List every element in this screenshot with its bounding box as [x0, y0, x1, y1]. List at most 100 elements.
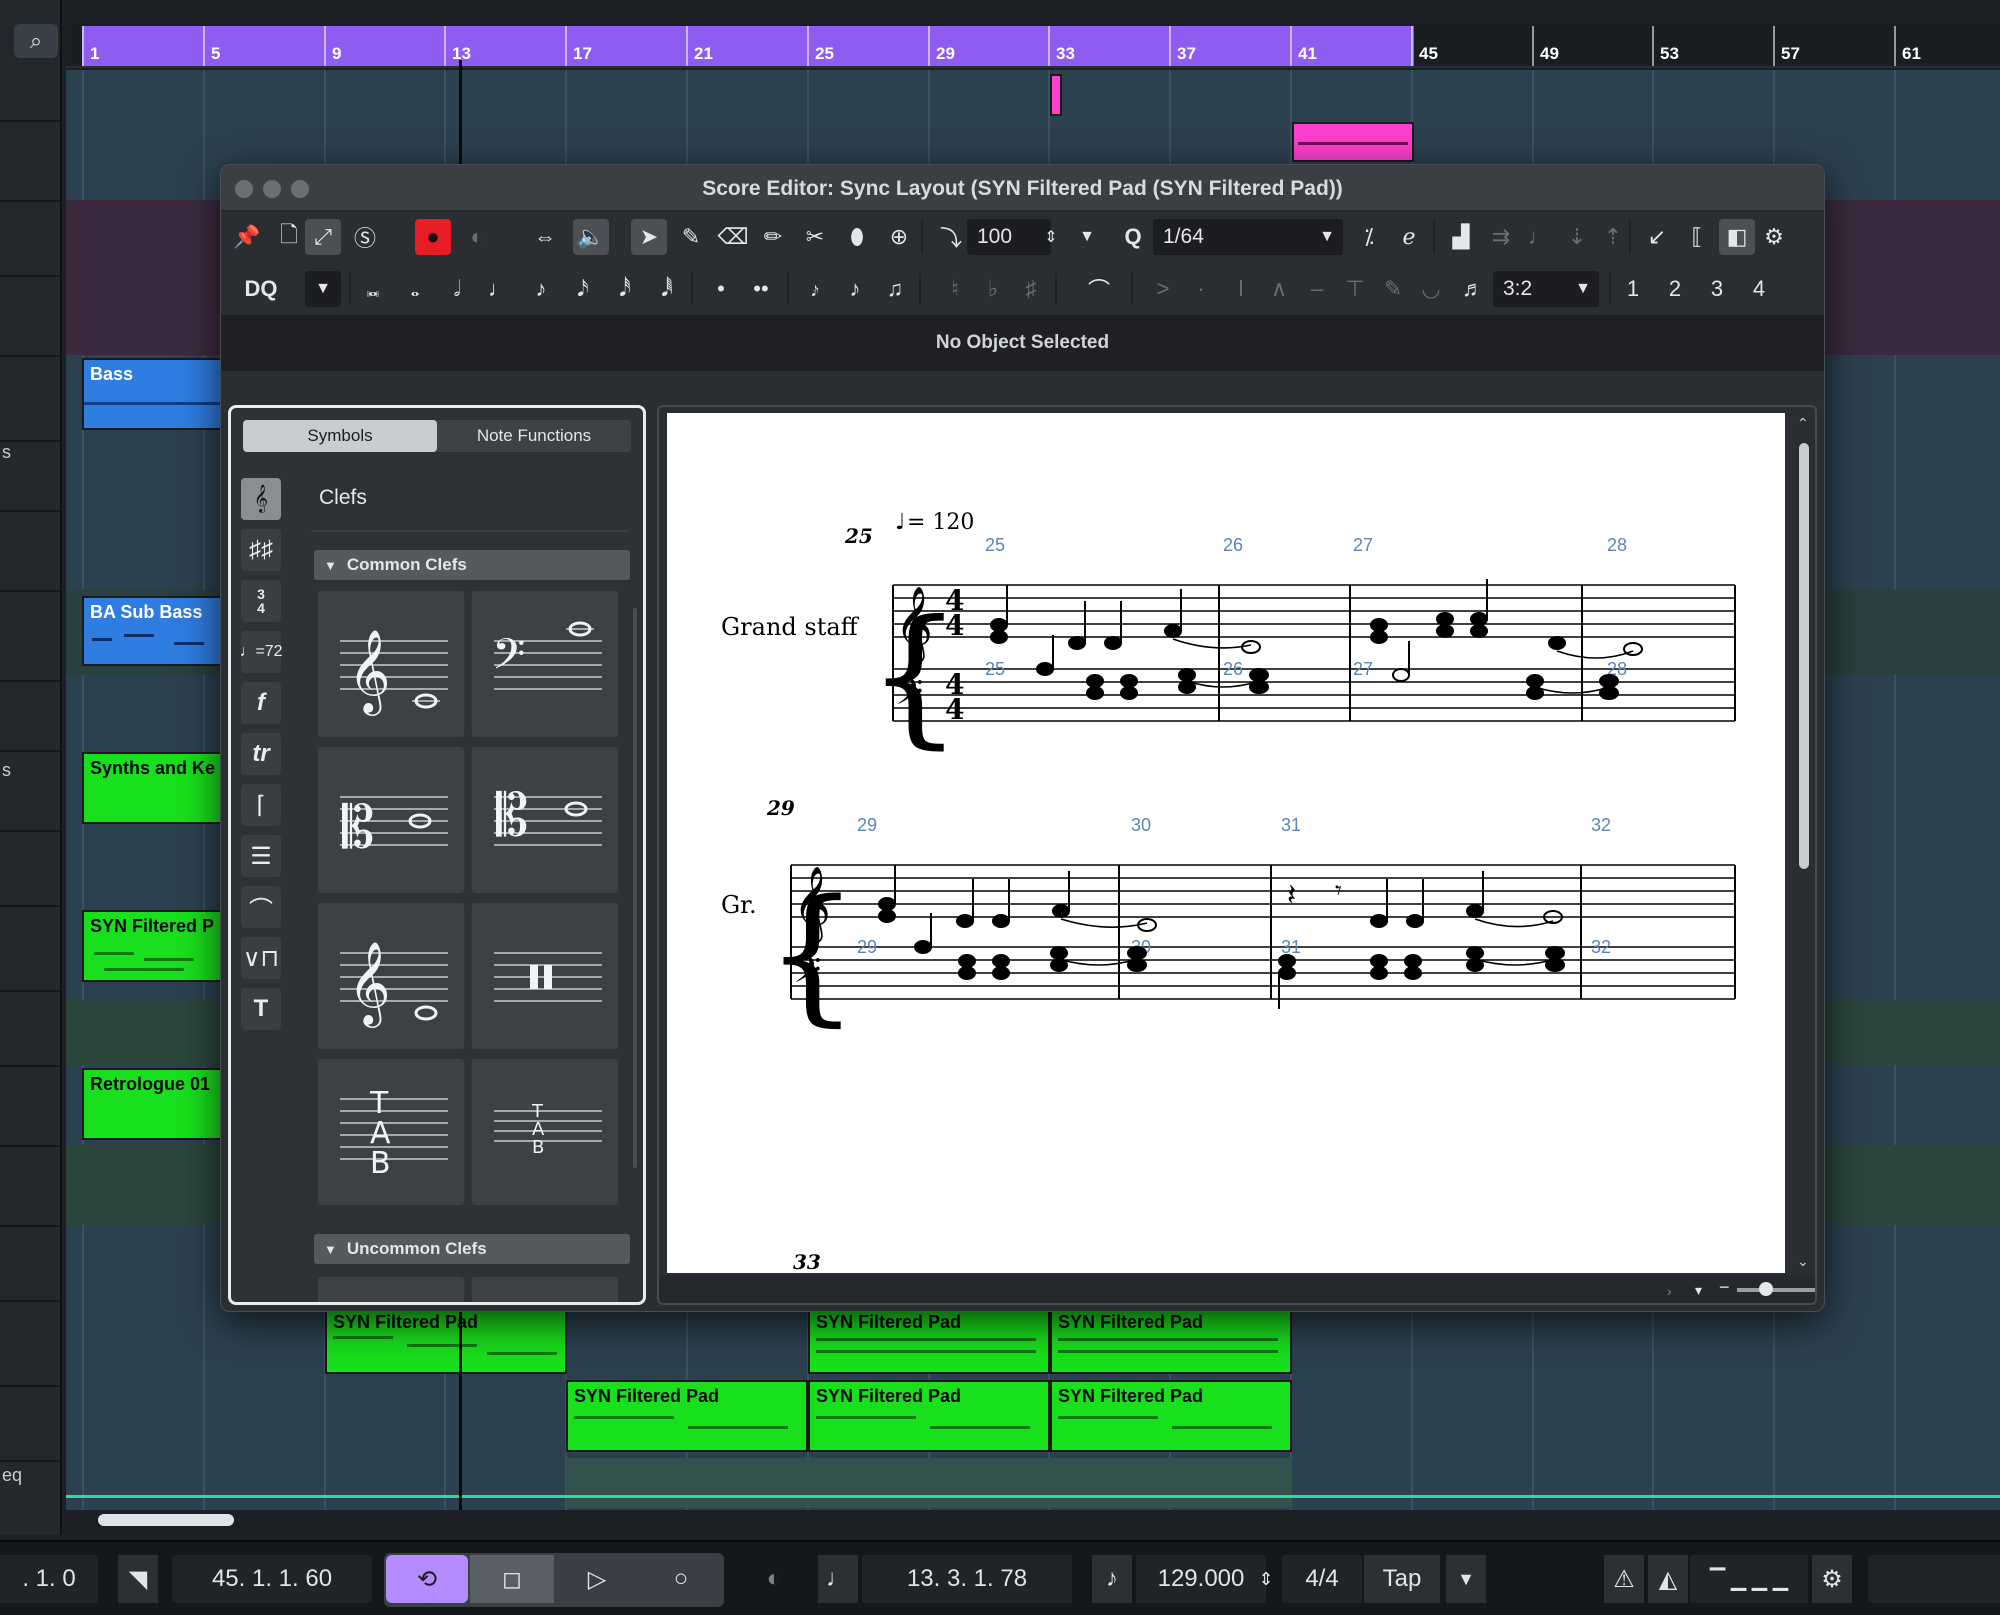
tab-note-functions[interactable]: Note Functions [437, 420, 631, 452]
treble-8vb-clef-tile[interactable]: 𝄞 [317, 902, 465, 1050]
midi-clip[interactable]: SYN Filtered Pad [808, 1302, 1050, 1374]
scrollbar-thumb[interactable] [98, 1514, 234, 1526]
marcato-icon[interactable]: ∧ [1261, 271, 1297, 307]
pencil-articulation-icon[interactable]: ✎ [1375, 271, 1411, 307]
time-signature-icon[interactable]: 34 [241, 580, 281, 622]
speaker-icon[interactable]: 🔈 [573, 219, 609, 255]
tenuto-staccato-icon[interactable]: ⊤ [1337, 271, 1373, 307]
monitor-icon[interactable]: ◐ [459, 219, 495, 255]
ending-icon[interactable]: ⌈ [241, 784, 281, 826]
pitch-up-icon[interactable]: ⇡ [1595, 219, 1631, 255]
arrow-down-left-icon[interactable]: ↙ [1639, 219, 1675, 255]
chevron-down-icon[interactable]: ▼ [1446, 1555, 1486, 1603]
voice-2-button[interactable]: 2 [1657, 271, 1693, 307]
dotted-icon[interactable]: • [703, 271, 739, 307]
flat-icon[interactable]: ♭ [975, 271, 1011, 307]
step-input-icon[interactable]: ⇉ [1483, 219, 1519, 255]
bowing-icon[interactable]: ∨⊓ [241, 937, 281, 979]
quantize-select[interactable]: 1/64 ▼ [1153, 219, 1343, 255]
fermata-icon[interactable]: ◡ [1413, 271, 1449, 307]
voice-1-button[interactable]: 1 [1615, 271, 1651, 307]
slur-icon[interactable]: ⌒ [1081, 271, 1117, 307]
tenor-clef-tile[interactable]: 𝄡 [471, 746, 619, 894]
sixteenth-note-icon[interactable]: 𝅘𝅥𝅯 [565, 271, 601, 307]
punch-icon[interactable]: ◐ [752, 1555, 796, 1603]
tenuto-icon[interactable]: – [1299, 271, 1335, 307]
tempo-stepper-icon[interactable]: ⇕ [1256, 1555, 1276, 1603]
page-mode-icon[interactable]: 🗋 [271, 219, 307, 255]
precount-icon[interactable]: ◭ [1648, 1555, 1688, 1603]
tap-button[interactable]: Tap [1364, 1555, 1440, 1603]
score-display[interactable]: ♩ = 120 25 Grand staff { 𝄞 𝄢 4 4 4 4 25 … [657, 405, 1817, 1305]
voice-3-button[interactable]: 3 [1699, 271, 1735, 307]
glue-icon[interactable]: ⬮ [839, 219, 875, 255]
search-icon[interactable]: ⌕ [14, 24, 58, 58]
erase-icon[interactable]: ⌫ [715, 219, 751, 255]
stop-button[interactable]: ◻ [470, 1555, 554, 1603]
inspector-icon[interactable]: ◧ [1719, 219, 1755, 255]
stepper-icon[interactable]: ⇕ [1033, 219, 1069, 255]
draw-icon[interactable]: ✎ [673, 219, 709, 255]
text-icon[interactable]: T [241, 988, 281, 1030]
bass-clef-tile[interactable]: 𝄢 [471, 590, 619, 738]
chord-icon[interactable]: ▟ [1443, 219, 1479, 255]
thirty-second-note-icon[interactable]: 𝅘𝅥𝅰 [607, 271, 643, 307]
scroll-down-icon[interactable]: ⌄ [1797, 1253, 1809, 1270]
scrollbar-thumb[interactable] [1799, 443, 1809, 869]
tab-clef-small-tile[interactable]: T A B [471, 1058, 619, 1206]
zoom-icon[interactable]: ⊕ [881, 219, 917, 255]
staccato-icon[interactable]: · [1183, 271, 1219, 307]
lines-icon[interactable]: ☰ [241, 835, 281, 877]
percussion-clef-tile[interactable] [471, 902, 619, 1050]
horizontal-scrollbar[interactable] [66, 1510, 2000, 1530]
gear-icon[interactable]: ⚙ [1812, 1555, 1852, 1603]
midi-clip-small[interactable] [1050, 74, 1062, 116]
chevron-down-icon[interactable]: ▼ [305, 271, 341, 307]
sixty-fourth-note-icon[interactable]: 𝅘𝅥𝅱 [649, 271, 685, 307]
solo-icon[interactable]: Ⓢ [347, 219, 383, 255]
tab-clef-large-tile[interactable]: T A B [317, 1058, 465, 1206]
sharp-icon[interactable]: ♯ [1013, 271, 1049, 307]
staccatissimo-icon[interactable]: ǀ [1223, 271, 1259, 307]
record-icon[interactable]: ● [415, 219, 451, 255]
metronome-icon[interactable]: ⚠ [1604, 1555, 1644, 1603]
signature-field[interactable]: 4/4 [1282, 1555, 1362, 1603]
tuplet-select[interactable]: 3:2 ▼ [1493, 271, 1599, 307]
tab-symbols[interactable]: Symbols [243, 420, 437, 452]
midi-clip[interactable]: SYN Filtered Pad [1050, 1380, 1292, 1452]
midi-clip[interactable]: Retrologue 01 [82, 1068, 222, 1140]
zoom-slider[interactable] [1737, 1288, 1815, 1292]
window-titlebar[interactable]: Score Editor: Sync Layout (SYN Filtered … [221, 165, 1824, 211]
double-whole-note-icon[interactable]: 𝅜 [355, 271, 391, 307]
chevron-down-icon[interactable]: ▾ [1695, 1282, 1702, 1299]
move-insert-icon[interactable]: ⇔ [527, 219, 563, 255]
midi-clip-small[interactable] [1292, 122, 1414, 162]
accent-icon[interactable]: > [1145, 271, 1181, 307]
tempo-track-icon[interactable]: ♪ [1092, 1555, 1132, 1603]
fit-layout-icon[interactable]: ⤢ [305, 219, 341, 255]
quarter-note-icon[interactable]: ♩ [481, 271, 517, 307]
slur-category-icon[interactable]: ⌒ [241, 886, 281, 928]
display-quantize-label[interactable]: DQ [229, 271, 293, 307]
dynamics-icon[interactable]: f [241, 682, 281, 724]
midi-clip[interactable]: SYN Filtered Pad [325, 1302, 567, 1374]
record-button[interactable]: ○ [640, 1555, 722, 1603]
cycle-region[interactable] [82, 26, 1414, 66]
midi-clip[interactable]: SYN Filtered Pad [1050, 1302, 1292, 1374]
group-header-common-clefs[interactable]: ▼ Common Clefs [314, 550, 630, 580]
score-page[interactable]: ♩ = 120 25 Grand staff { 𝄞 𝄢 4 4 4 4 25 … [667, 413, 1785, 1273]
eighth-note-icon[interactable]: ♪ [837, 271, 873, 307]
score-editor-window[interactable]: Score Editor: Sync Layout (SYN Filtered … [220, 164, 1825, 1312]
whole-note-icon[interactable]: 𝅝 [397, 271, 433, 307]
locator-flag-icon[interactable]: ◥ [118, 1555, 158, 1603]
quantize-on-icon[interactable]: ℯ [1391, 219, 1427, 255]
key-signature-icon[interactable]: ♯♯ [241, 529, 281, 571]
settings-icon[interactable]: ⚙ [1759, 219, 1789, 255]
position-display[interactable]: 13. 3. 1. 78 [862, 1555, 1072, 1603]
panel-scrollbar[interactable] [633, 608, 637, 1168]
half-note-icon[interactable]: 𝅗𝅥 [439, 271, 475, 307]
zoom-slider-knob[interactable] [1759, 1282, 1773, 1296]
pin-icon[interactable]: 📌 [229, 219, 265, 255]
scroll-up-icon[interactable]: ⌃ [1797, 415, 1809, 432]
alto-clef-tile[interactable]: 𝄡 [317, 746, 465, 894]
